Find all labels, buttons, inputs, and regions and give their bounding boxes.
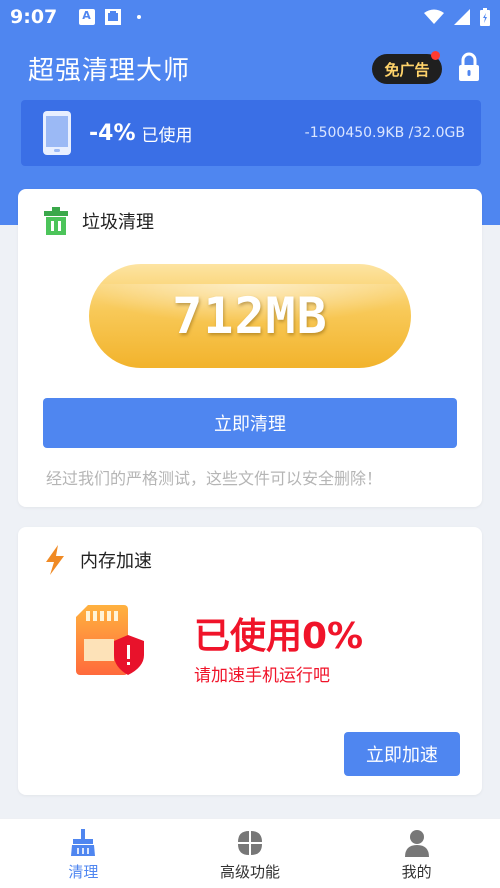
trash-bin-icon [44, 207, 68, 235]
memory-boost-card: 内存加速 已使用0% 请加速手机运行吧 立即加速 [18, 527, 482, 795]
nav-label-clean: 清理 [68, 863, 99, 881]
broom-icon [71, 829, 96, 856]
nav-label-profile: 我的 [401, 863, 432, 881]
storage-capacity: -1500450.9KB /32.0GB [304, 125, 465, 141]
storage-percent: -4% [89, 120, 136, 146]
junk-size-indicator: 712MB [89, 264, 411, 368]
junk-clean-card: 垃圾清理 712MB 立即清理 经过我们的严格测试，这些文件可以安全删除！ [18, 189, 482, 507]
download-notification-icon [105, 9, 122, 25]
clean-now-button[interactable]: 立即清理 [43, 398, 457, 448]
phone-icon [43, 111, 71, 155]
remove-ads-button[interactable]: 免广告 [372, 51, 442, 84]
nav-label-advanced: 高级功能 [220, 863, 281, 881]
status-time: 9:07 [10, 6, 58, 28]
app-title: 超强清理大师 [28, 56, 191, 86]
wifi-icon [424, 9, 444, 24]
boost-now-button[interactable]: 立即加速 [344, 732, 460, 776]
notification-dot [431, 51, 440, 60]
lightning-icon [46, 545, 64, 575]
storage-summary: -4% 已使用 -1500450.9KB /32.0GB [21, 100, 481, 166]
bottom-navigation: 清理 高级功能 我的 [0, 818, 500, 888]
a-notification-icon: A [79, 9, 96, 25]
signal-icon [454, 9, 470, 25]
notification-dot-icon [137, 15, 142, 19]
grid-icon [238, 831, 262, 855]
nav-item-profile[interactable]: 我的 [333, 819, 500, 888]
junk-size-value: 712MB [172, 287, 328, 345]
memory-hint: 请加速手机运行吧 [194, 666, 330, 686]
storage-used-label: 已使用 [141, 125, 193, 146]
status-bar: 9:07 A [0, 0, 500, 34]
remove-ads-label: 免广告 [384, 60, 430, 79]
memory-boost-title: 内存加速 [80, 551, 152, 572]
junk-clean-title: 垃圾清理 [82, 212, 154, 233]
memory-usage: 已使用0% [194, 616, 364, 657]
battery-icon [480, 8, 490, 26]
sd-card-warning-icon [76, 605, 144, 675]
user-icon [404, 830, 429, 857]
lock-icon[interactable] [457, 52, 481, 82]
nav-item-clean[interactable]: 清理 [0, 819, 167, 888]
nav-item-advanced[interactable]: 高级功能 [167, 819, 334, 888]
safe-delete-tip: 经过我们的严格测试，这些文件可以安全删除！ [46, 469, 383, 488]
